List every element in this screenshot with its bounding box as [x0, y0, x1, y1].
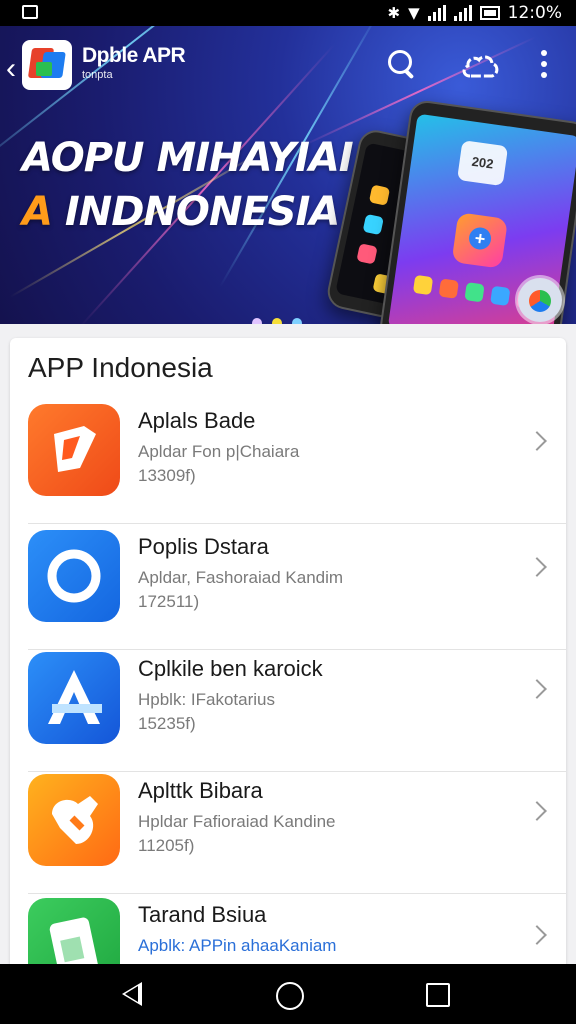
app-logo: [22, 40, 72, 90]
divider: [28, 893, 566, 894]
app-subtitle: Apldar, Fashoraiad Kandim: [138, 568, 344, 587]
blue-ring-icon: [28, 530, 120, 622]
brand-name: Dpble APR: [82, 44, 186, 67]
app-title: Poplis Dstara: [138, 534, 269, 559]
status-bar: ✱ ▼ 12:0%: [0, 0, 576, 26]
divider: [28, 523, 566, 524]
app-size: 11205f): [138, 836, 195, 855]
signal-icon: [427, 5, 446, 21]
brand-subtitle: tonpta: [82, 69, 113, 81]
orange-pencil-icon: [28, 404, 120, 496]
orange-wrench-icon: [28, 774, 120, 866]
carousel-dot-2[interactable]: [272, 318, 282, 324]
carousel-dots[interactable]: [252, 318, 302, 324]
chevron-right-icon[interactable]: [527, 431, 547, 451]
list-item[interactable]: Aplals Bade Apldar Fon p|Chaiara 13309f): [10, 402, 566, 524]
list-item[interactable]: Aplttk Bibara Hpldar Fafioraiad Kandine …: [10, 772, 566, 894]
headline-accent: A: [22, 189, 53, 235]
signal-icon-2: [453, 5, 472, 21]
app-title: Aplttk Bibara: [138, 778, 263, 803]
app-subtitle: Apblk: APPin ahaaKaniam: [138, 936, 337, 955]
nav-recents-icon[interactable]: [426, 983, 450, 1007]
cloud-share-icon[interactable]: [460, 52, 500, 80]
app-size: 15235f): [138, 714, 196, 733]
app-list-card: APP Indonesia Aplals Bade Apldar Fon p|C…: [10, 338, 566, 978]
app-store-a-icon: [28, 652, 120, 744]
gallery-icon: [22, 5, 38, 19]
nav-home-icon[interactable]: [276, 982, 304, 1010]
navigation-bar: [0, 964, 576, 1024]
app-subtitle: Hpldar Fafioraiad Kandine: [138, 812, 336, 831]
app-subtitle: Apldar Fon p|Chaiara: [138, 442, 300, 461]
app-subtitle: Hpblk: IFakotarius: [138, 690, 275, 709]
chevron-right-icon[interactable]: [527, 801, 547, 821]
banner-headline: AOPU MIHAYIAI A INDNONESIA: [22, 135, 354, 235]
battery-icon: [479, 6, 500, 20]
chevron-right-icon[interactable]: [527, 557, 547, 577]
carousel-dot-1[interactable]: [252, 318, 262, 324]
nav-back-icon[interactable]: [122, 982, 142, 1006]
floating-logo-badge[interactable]: [518, 278, 562, 322]
more-options-icon[interactable]: [538, 50, 550, 80]
app-title: Aplals Bade: [138, 408, 256, 433]
section-title: APP Indonesia: [28, 352, 213, 383]
app-size: 13309f): [138, 466, 196, 485]
headline-line-1: AOPU MIHAYIAI: [22, 135, 354, 181]
back-arrow-icon[interactable]: ‹: [6, 54, 16, 84]
status-time: 12:0%: [507, 3, 562, 23]
promo-banner[interactable]: ‹ Dpble APR tonpta AOPU MIHAYIAI A INDNO…: [0, 26, 576, 324]
phone-clock: 202: [457, 140, 509, 187]
list-item[interactable]: Cplkile ben karoick Hpblk: IFakotarius 1…: [10, 650, 566, 772]
chevron-right-icon[interactable]: [527, 679, 547, 699]
search-icon[interactable]: [386, 48, 416, 80]
bluetooth-icon: ✱: [387, 4, 401, 22]
list-item[interactable]: Poplis Dstara Apldar, Fashoraiad Kandim …: [10, 528, 566, 650]
chevron-right-icon[interactable]: [527, 925, 547, 945]
app-title: Cplkile ben karoick: [138, 656, 323, 681]
headline-line-2: INDNONESIA: [51, 189, 341, 235]
wifi-icon: ▼: [408, 4, 420, 22]
app-title: Tarand Bsiua: [138, 902, 267, 927]
carousel-dot-3[interactable]: [292, 318, 302, 324]
app-size: 172511): [138, 592, 200, 611]
